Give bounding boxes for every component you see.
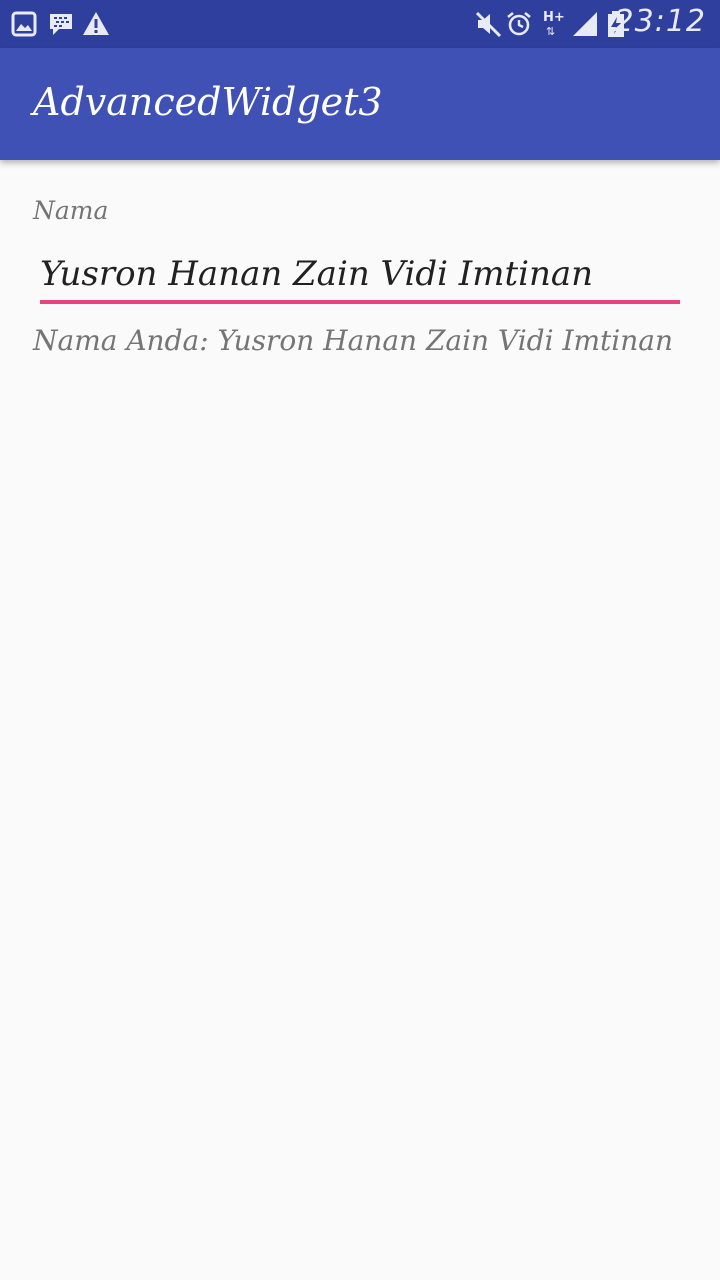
status-bar: H+ ⇅ 23:12 <box>0 0 720 48</box>
name-input[interactable] <box>40 248 680 304</box>
signal-icon <box>573 12 597 36</box>
warning-icon <box>83 12 109 35</box>
bbm-icon <box>50 14 72 35</box>
mute-icon <box>475 11 502 38</box>
hplus-data-icon: H+ ⇅ <box>543 10 565 38</box>
app-bar: AdvancedWidget3 <box>0 48 720 160</box>
image-icon <box>11 11 37 37</box>
app-title: AdvancedWidget3 <box>33 80 383 124</box>
network-type-label: H+ <box>543 10 565 25</box>
name-field-label: Nama <box>33 196 109 225</box>
result-text: Nama Anda: Yusron Hanan Zain Vidi Imtina… <box>33 324 674 357</box>
alarm-icon <box>507 11 531 36</box>
status-time: 23:12 <box>614 4 706 39</box>
